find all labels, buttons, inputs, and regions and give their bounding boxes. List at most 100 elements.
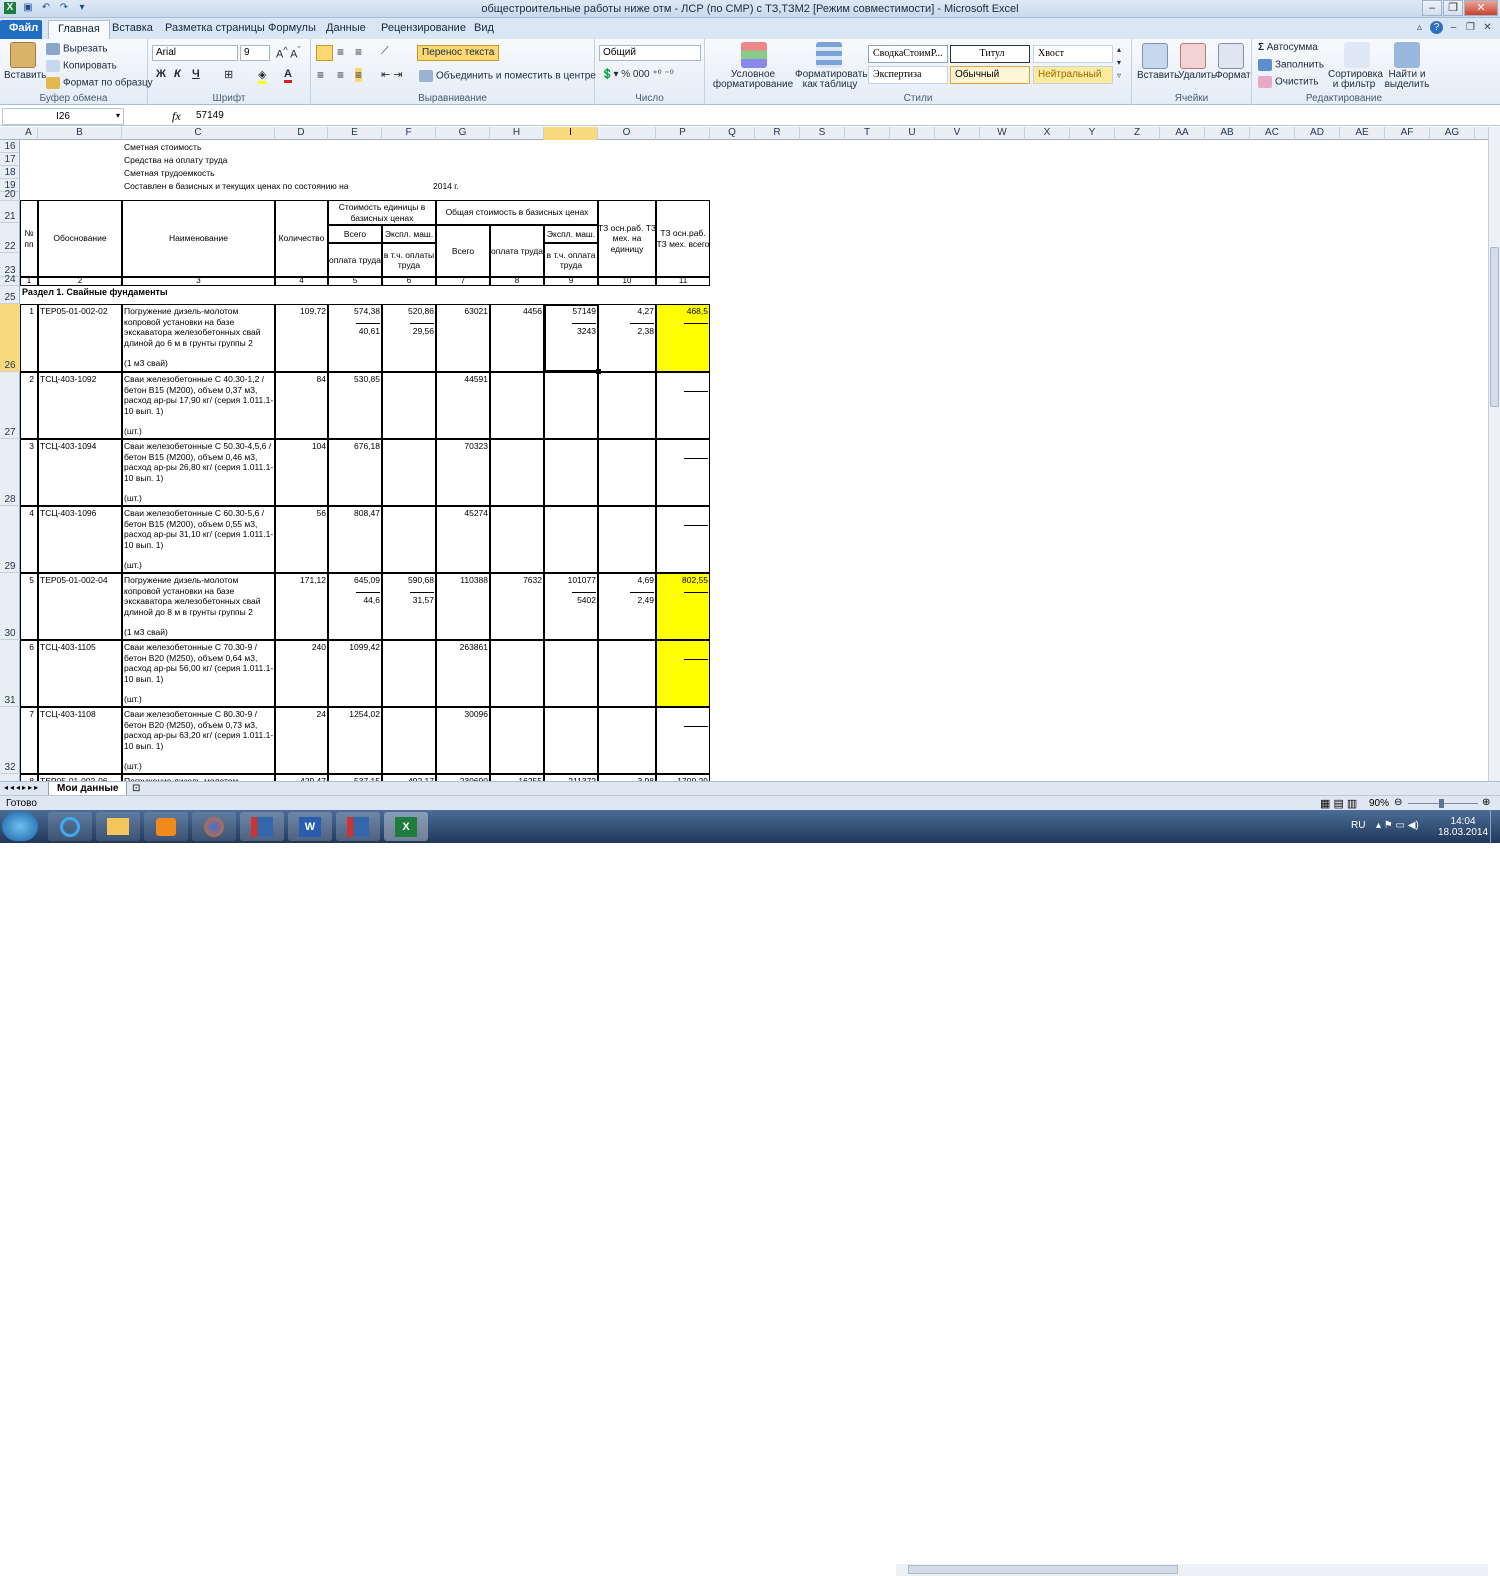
item-7-name[interactable]: Сваи железобетонные С 80.30-9 /бетон В20… <box>124 709 274 753</box>
item-5-number[interactable]: 5 <box>20 575 36 586</box>
row-header-16[interactable]: 16 <box>0 140 20 153</box>
copy-button[interactable]: Копировать <box>46 60 117 72</box>
item-7-qty[interactable]: 24 <box>275 709 328 720</box>
align-right-icon[interactable]: ≡ <box>355 68 363 82</box>
header-total-cost[interactable]: Общая стоимость в базисных ценах <box>436 200 598 225</box>
row-header-25[interactable]: 25 <box>0 286 20 304</box>
view-buttons[interactable]: ▦ ▤ ▥ <box>1320 797 1357 810</box>
find-select-button[interactable]: Найти и выделить <box>1382 70 1432 90</box>
item-3-code[interactable]: ТСЦ-403-1094 <box>40 441 122 452</box>
firefox-icon[interactable] <box>192 812 236 841</box>
number-format-select[interactable]: Общий <box>599 45 701 61</box>
fill-button[interactable]: Заполнить <box>1258 59 1324 71</box>
item-5-o[interactable]: 4,69 <box>598 575 656 586</box>
tab-insert[interactable]: Вставка <box>103 20 162 39</box>
clear-button[interactable]: Очистить <box>1258 76 1319 88</box>
labor-cost-label[interactable]: Средства на оплату труда <box>124 155 424 166</box>
item-7-number[interactable]: 7 <box>20 709 36 720</box>
tab-page-layout[interactable]: Разметка страницы <box>156 20 274 39</box>
horizontal-scrollbar[interactable] <box>896 1564 1488 1576</box>
item-7-unit[interactable]: (шт.) <box>124 761 274 772</box>
align-top-icon[interactable] <box>316 45 333 61</box>
item-2-f[interactable] <box>382 374 436 385</box>
item-5-p[interactable]: 802,55 <box>656 575 710 586</box>
grand-smeta-icon[interactable] <box>240 812 284 841</box>
item-2-h[interactable] <box>490 374 544 385</box>
grand-smeta-icon-2[interactable] <box>336 812 380 841</box>
column-header-g[interactable]: G <box>436 127 490 140</box>
tab-data[interactable]: Данные <box>317 20 375 39</box>
item-7-i[interactable] <box>544 709 598 720</box>
item-5-o-mech[interactable]: 2,49 <box>598 595 656 606</box>
vertical-scrollbar[interactable] <box>1488 127 1500 781</box>
item-1-f[interactable]: 520,86 <box>382 306 436 317</box>
zoom-out-icon[interactable]: ⊖ <box>1394 797 1402 808</box>
item-5-f[interactable]: 590,68 <box>382 575 436 586</box>
item-5-e[interactable]: 645,09 <box>328 575 382 586</box>
header-tz-unit[interactable]: ТЗ осн.раб. ТЗ мех. на единицу <box>598 200 656 277</box>
column-number-5[interactable]: 5 <box>328 276 382 286</box>
header-e-all[interactable]: Всего <box>328 225 382 243</box>
format-as-table-button[interactable]: Форматировать как таблицу <box>795 70 868 90</box>
column-header-ae[interactable]: AE <box>1340 127 1385 140</box>
column-header-o[interactable]: O <box>598 127 656 140</box>
column-header-u[interactable]: U <box>890 127 935 140</box>
item-4-p[interactable] <box>656 508 710 519</box>
item-1-number[interactable]: 1 <box>20 306 36 317</box>
name-box[interactable]: I26 <box>2 108 124 125</box>
bold-icon[interactable]: Ж <box>156 68 166 80</box>
align-middle-icon[interactable]: ≡ <box>337 45 344 59</box>
header-name[interactable]: Наименование <box>122 200 275 277</box>
fill-color-icon[interactable]: ◈ <box>258 68 267 84</box>
item-2-unit[interactable]: (шт.) <box>124 426 274 437</box>
column-header-aa[interactable]: AA <box>1160 127 1205 140</box>
column-header-b[interactable]: B <box>38 127 122 140</box>
header-e-pay[interactable]: оплата труда <box>328 243 382 277</box>
ribbon-minimize-icon[interactable]: ▵ <box>1413 21 1426 34</box>
item-5-g[interactable]: 110388 <box>436 575 490 586</box>
item-4-f[interactable] <box>382 508 436 519</box>
item-3-g[interactable]: 70323 <box>436 441 490 452</box>
column-header-h[interactable]: H <box>490 127 544 140</box>
item-2-name[interactable]: Сваи железобетонные С 40.30-1,2 /бетон В… <box>124 374 274 418</box>
item-1-o-mech[interactable]: 2,38 <box>598 326 656 337</box>
item-3-e[interactable]: 676,18 <box>328 441 382 452</box>
column-header-r[interactable]: R <box>755 127 800 140</box>
item-6-g[interactable]: 263861 <box>436 642 490 653</box>
item-1-qty[interactable]: 109,72 <box>275 306 328 317</box>
column-header-d[interactable]: D <box>275 127 328 140</box>
item-1-code[interactable]: ТЕР05-01-002-02 <box>40 306 122 317</box>
labor-hours-label[interactable]: Сметная трудоемкость <box>124 168 424 179</box>
column-number-1[interactable]: 1 <box>20 276 38 286</box>
item-4-i-pay[interactable] <box>544 528 598 539</box>
sort-filter-button[interactable]: Сортировка и фильтр <box>1328 70 1383 90</box>
item-3-i-pay[interactable] <box>544 461 598 472</box>
row-header-30[interactable]: 30 <box>0 573 20 640</box>
item-7-e[interactable]: 1254,02 <box>328 709 382 720</box>
item-2-i[interactable] <box>544 374 598 385</box>
column-number-3[interactable]: 3 <box>122 276 275 286</box>
column-header-f[interactable]: F <box>382 127 436 140</box>
column-header-e[interactable]: E <box>328 127 382 140</box>
scroll-thumb[interactable] <box>1490 247 1499 407</box>
minimize-button[interactable]: – <box>1422 0 1442 16</box>
font-size-select[interactable]: 9 <box>240 45 270 61</box>
row-header-20[interactable]: 20 <box>0 189 20 201</box>
item-3-qty[interactable]: 104 <box>275 441 328 452</box>
column-number-8[interactable]: 8 <box>490 276 544 286</box>
formula-input[interactable]: 57149 <box>196 110 224 121</box>
header-i-expl[interactable]: Экспл. маш. <box>544 225 598 243</box>
item-7-o-mech[interactable] <box>598 729 656 740</box>
header-basis[interactable]: Обоснование <box>38 200 122 277</box>
paste-button[interactable]: Вставить <box>4 70 46 81</box>
item-3-name[interactable]: Сваи железобетонные С 50.30-4,5,6 /бетон… <box>124 441 274 485</box>
item-2-number[interactable]: 2 <box>20 374 36 385</box>
item-6-f-pay[interactable] <box>382 662 436 673</box>
column-header-ad[interactable]: AD <box>1295 127 1340 140</box>
item-7-f-pay[interactable] <box>382 729 436 740</box>
item-3-o[interactable] <box>598 441 656 452</box>
item-5-unit[interactable]: (1 м3 свай) <box>124 627 274 638</box>
item-4-unit[interactable]: (шт.) <box>124 560 274 571</box>
merge-center-button[interactable]: Объединить и поместить в центре <box>419 70 596 82</box>
column-header-q[interactable]: Q <box>710 127 755 140</box>
